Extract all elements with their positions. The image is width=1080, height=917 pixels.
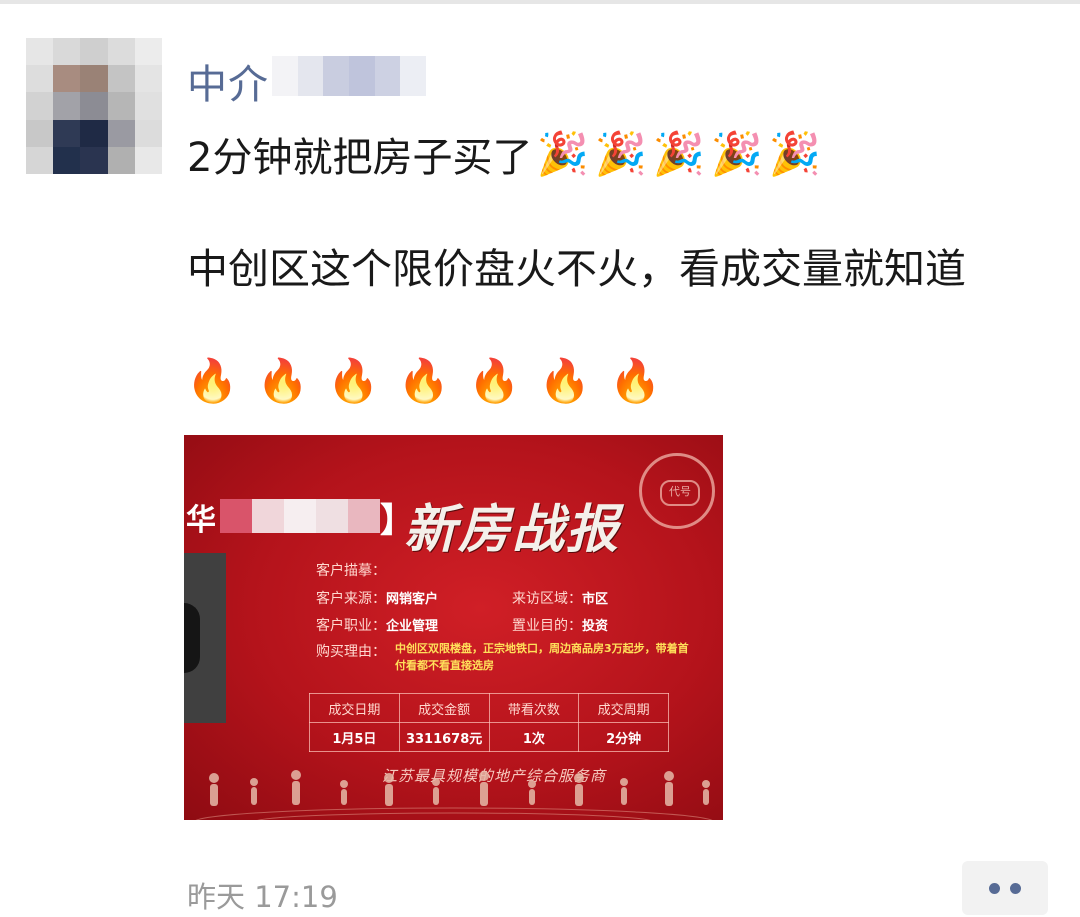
seal-stamp: 代号 — [639, 453, 715, 529]
deal-table-cell: 1次 — [488, 722, 580, 752]
source-value: 网销客户 — [386, 592, 439, 607]
fire-icon: 🔥 — [468, 356, 521, 405]
seal-text: 代号 — [660, 480, 700, 506]
post-image[interactable]: 华 】 新房战报 代号 客户描摹： 客户来源：网销客户 来访区域：市区 客户职业… — [184, 435, 723, 820]
occupation-value: 企业管理 — [386, 619, 439, 634]
party-popper-icon: 🎉 — [594, 129, 647, 178]
more-dots-icon — [1010, 882, 1021, 894]
post-text-body: 中创区这个限价盘火不火，看成交量就知道 — [187, 245, 966, 293]
purpose-value: 投资 — [582, 619, 609, 634]
party-popper-icon: 🎉 — [710, 129, 763, 178]
visit-area-row: 来访区域：市区 — [512, 588, 608, 608]
deal-table-header: 成交周期 — [578, 693, 669, 723]
poster-photo-placeholder — [184, 553, 226, 723]
fire-icon: 🔥 — [256, 356, 309, 405]
runners-decoration — [195, 770, 713, 820]
post-text-line1: 2分钟就把房子买了 🎉 🎉 🎉 🎉 🎉 — [187, 125, 826, 183]
visit-area-label: 来访区域： — [512, 591, 582, 607]
party-popper-icon: 🎉 — [536, 129, 589, 178]
fire-icon: 🔥 — [538, 356, 591, 405]
top-divider — [0, 0, 1080, 4]
purpose-label: 置业目的： — [512, 618, 582, 634]
visit-area-value: 市区 — [582, 592, 609, 607]
more-dots-icon — [989, 882, 1000, 894]
poster-brand-prefix: 华 — [186, 503, 216, 538]
party-emoji-row: 🎉 🎉 🎉 🎉 🎉 — [536, 129, 826, 179]
source-label: 客户来源： — [316, 591, 386, 607]
fire-icon: 🔥 — [397, 356, 450, 405]
fire-icon: 🔥 — [609, 356, 662, 405]
more-button[interactable] — [962, 861, 1048, 915]
avatar[interactable] — [26, 38, 162, 174]
reason-label: 购买理由： — [316, 644, 386, 660]
source-row: 客户来源：网销客户 — [316, 588, 438, 608]
deal-table: 成交日期 成交金额 带看次数 成交周期 1月5日 3311678元 1次 2分钟 — [309, 693, 669, 752]
deal-table-cell: 1月5日 — [309, 722, 400, 752]
reason-value: 中创区双限楼盘，正宗地铁口，周边商品房3万起步，带着首付看都不看直接选房 — [395, 642, 689, 672]
author-name-mosaic — [272, 56, 426, 96]
deal-table-cell: 3311678元 — [398, 722, 490, 752]
deal-table-header: 带看次数 — [488, 693, 580, 723]
fire-icon: 🔥 — [327, 356, 380, 405]
deal-table-cell: 2分钟 — [578, 722, 669, 752]
occupation-row: 客户职业：企业管理 — [316, 615, 438, 635]
fire-icon: 🔥 — [186, 356, 239, 405]
customer-profile-label: 客户描摹： — [316, 563, 386, 579]
poster-brand-mosaic — [220, 499, 380, 533]
fire-emoji-row: 🔥 🔥 🔥 🔥 🔥 🔥 🔥 — [186, 356, 680, 406]
deal-table-header: 成交日期 — [309, 693, 400, 723]
post-timestamp: 昨天 17:19 — [187, 880, 338, 914]
purpose-row: 置业目的：投资 — [512, 615, 608, 635]
poster-headline: 新房战报 — [404, 499, 621, 560]
author-name[interactable]: 中介 — [187, 52, 269, 110]
post-text-headline: 2分钟就把房子买了 — [187, 135, 533, 181]
deal-table-row: 1月5日 3311678元 1次 2分钟 — [309, 722, 669, 752]
occupation-label: 客户职业： — [316, 618, 386, 634]
deal-table-header-row: 成交日期 成交金额 带看次数 成交周期 — [309, 693, 669, 723]
party-popper-icon: 🎉 — [652, 129, 705, 178]
party-popper-icon: 🎉 — [768, 129, 821, 178]
deal-table-header: 成交金额 — [398, 693, 490, 723]
